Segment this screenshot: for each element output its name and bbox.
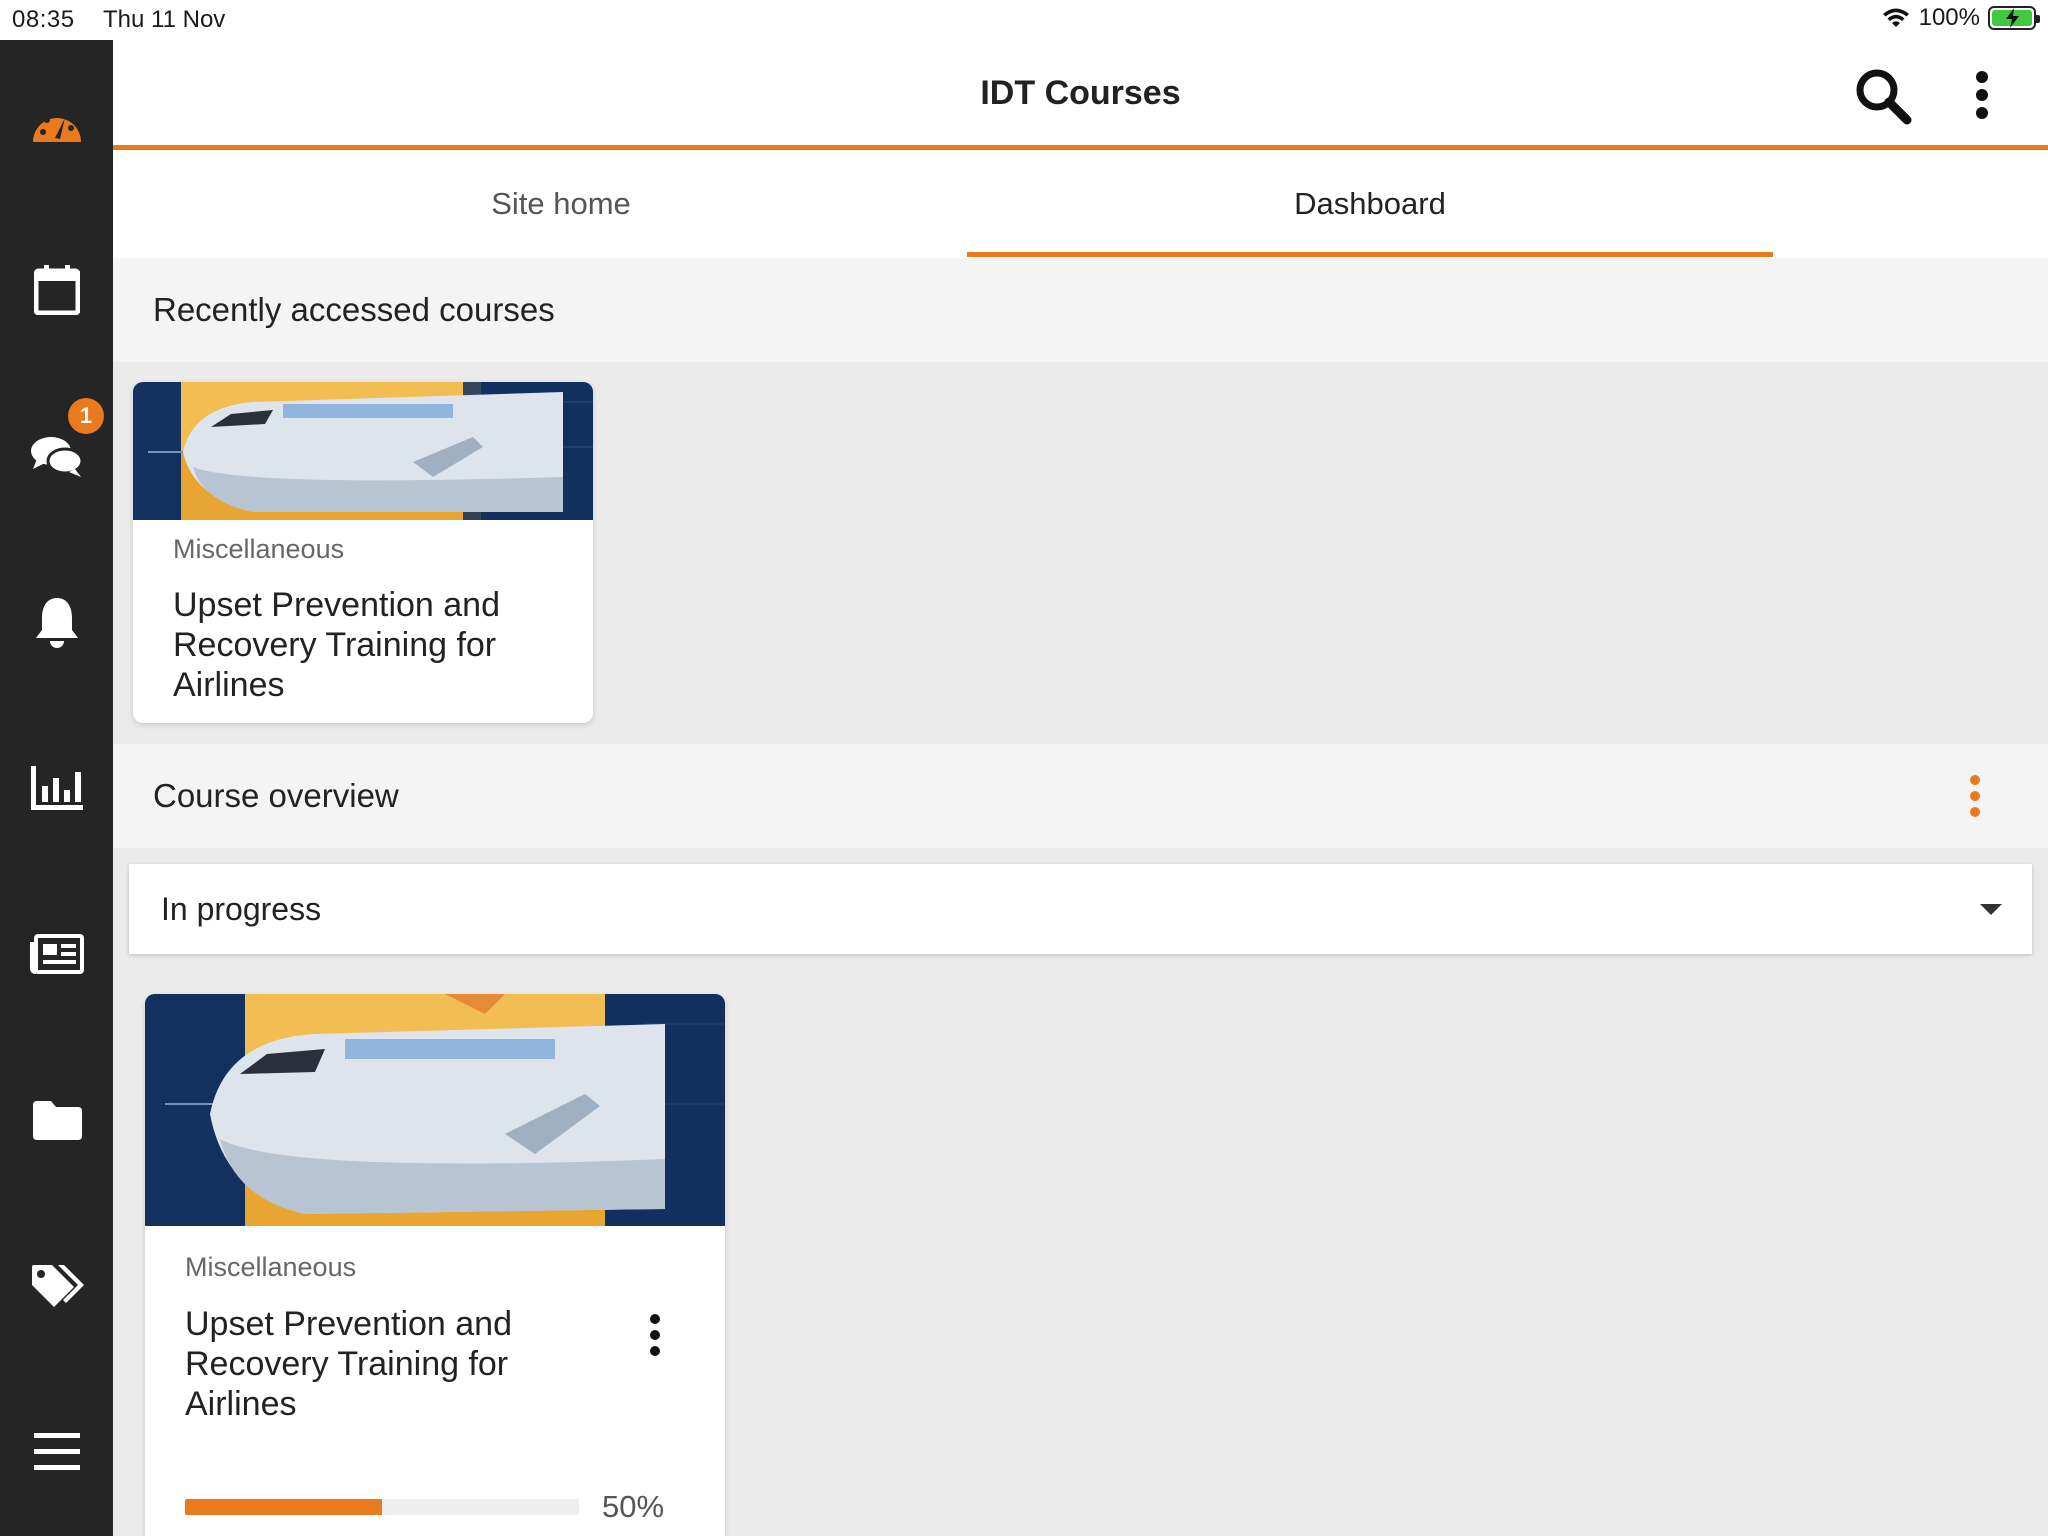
tab-bar: Site home Dashboard bbox=[113, 150, 2048, 258]
course-image bbox=[145, 994, 725, 1226]
course-filter-value: In progress bbox=[161, 890, 322, 927]
overview-course-card[interactable]: Miscellaneous Upset Prevention and Recov… bbox=[145, 994, 725, 1536]
tab-dashboard[interactable]: Dashboard bbox=[967, 150, 1773, 258]
notifications-bell-icon bbox=[35, 598, 78, 648]
menu-icon bbox=[33, 1433, 80, 1470]
messages-badge: 1 bbox=[68, 398, 104, 434]
active-tab-indicator bbox=[967, 252, 1773, 257]
sidebar-item-dashboard[interactable] bbox=[0, 64, 113, 184]
news-icon bbox=[29, 934, 84, 974]
course-progress-bar bbox=[185, 1499, 579, 1515]
kebab-menu-icon bbox=[1970, 775, 1980, 817]
sidebar-item-tags[interactable] bbox=[0, 1226, 113, 1346]
header-more-button[interactable] bbox=[1975, 70, 1989, 125]
dashboard-gauge-icon bbox=[32, 112, 81, 142]
course-overview-title: Course overview bbox=[153, 777, 399, 814]
course-name[interactable]: Upset Prevention and Recovery Training f… bbox=[185, 1304, 605, 1424]
grades-chart-icon bbox=[30, 766, 83, 810]
course-filter-select[interactable]: In progress bbox=[129, 864, 2032, 954]
course-card-more-button[interactable] bbox=[649, 1314, 661, 1361]
status-bar: 08:35 Thu 11 Nov 100% bbox=[0, 0, 2048, 40]
sidebar-item-news[interactable] bbox=[0, 894, 113, 1014]
recent-courses-heading: Recently accessed courses bbox=[113, 258, 2048, 362]
sidebar-item-files[interactable] bbox=[0, 1060, 113, 1180]
course-overview-more-button[interactable] bbox=[1969, 774, 1981, 826]
kebab-menu-icon bbox=[1976, 71, 1988, 119]
status-time: 08:35 bbox=[12, 6, 75, 33]
battery-icon bbox=[1988, 6, 2040, 30]
status-right: 100% bbox=[1881, 4, 2040, 32]
page-title: IDT Courses bbox=[980, 74, 1181, 112]
sidebar-item-grades[interactable] bbox=[0, 728, 113, 848]
sidebar-item-more-menu[interactable] bbox=[0, 1392, 113, 1512]
files-folder-icon bbox=[32, 1101, 82, 1140]
search-button[interactable] bbox=[1853, 66, 1913, 131]
sidebar-item-calendar[interactable] bbox=[0, 230, 113, 350]
recent-course-card[interactable]: Miscellaneous Upset Prevention and Recov… bbox=[133, 382, 593, 723]
course-image bbox=[133, 382, 593, 520]
course-name[interactable]: Upset Prevention and Recovery Training f… bbox=[173, 585, 573, 705]
sidebar-item-messages[interactable]: 1 bbox=[0, 396, 113, 516]
caret-down-icon bbox=[1980, 904, 2002, 915]
kebab-menu-icon bbox=[650, 1314, 660, 1356]
sidebar: 1 bbox=[0, 40, 113, 1536]
search-icon bbox=[1856, 69, 1912, 125]
sidebar-item-notifications[interactable] bbox=[0, 562, 113, 682]
course-progress-label: 50% bbox=[602, 1489, 665, 1524]
tab-site-home[interactable]: Site home bbox=[158, 150, 964, 258]
course-progress-fill bbox=[185, 1499, 382, 1515]
course-category: Miscellaneous bbox=[185, 1252, 357, 1282]
calendar-icon bbox=[33, 265, 80, 315]
messages-icon bbox=[30, 437, 83, 477]
wifi-icon bbox=[1882, 8, 1909, 27]
status-date: Thu 11 Nov bbox=[103, 6, 226, 33]
app-header: IDT Courses bbox=[113, 40, 2048, 150]
course-overview-heading: Course overview bbox=[113, 744, 2048, 848]
tags-icon bbox=[31, 1265, 84, 1307]
battery-percent: 100% bbox=[1918, 4, 1980, 31]
course-category: Miscellaneous bbox=[173, 534, 345, 564]
